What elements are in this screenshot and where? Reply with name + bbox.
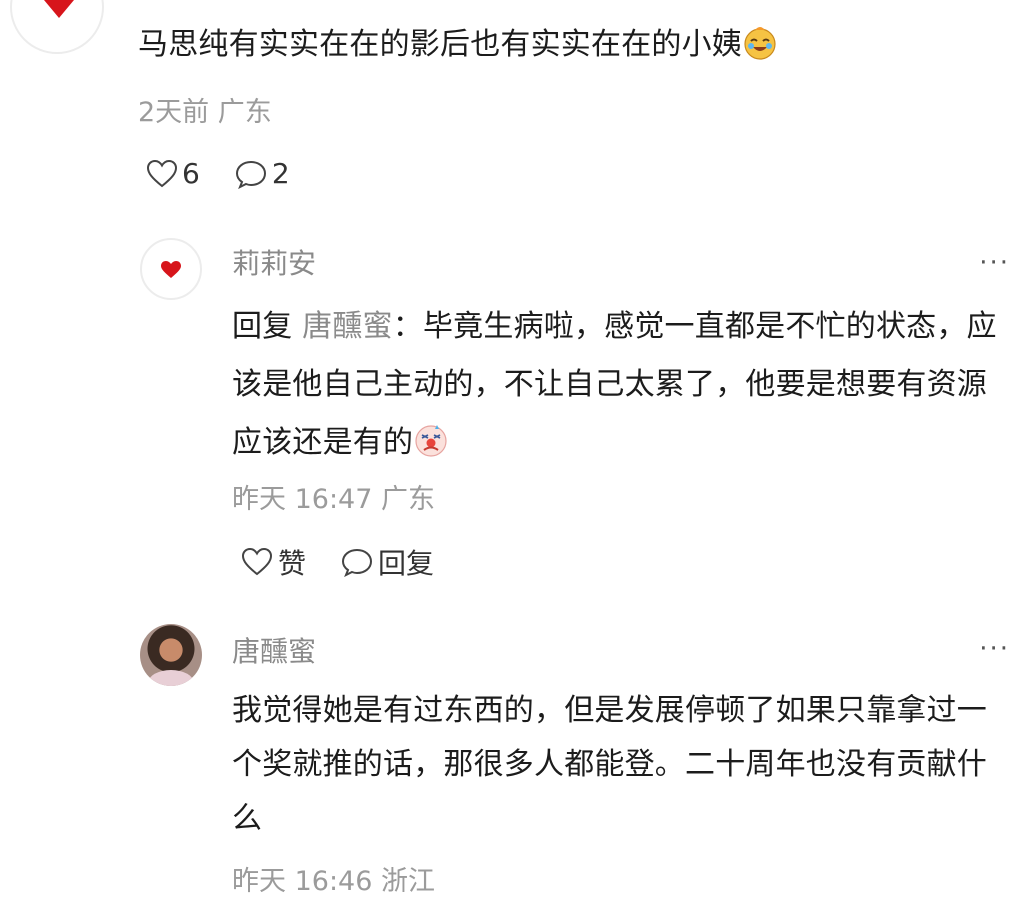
reply-time: 昨天 16:47 xyxy=(232,484,373,515)
avatar[interactable] xyxy=(140,238,202,300)
comment-meta: 2天前 广东 xyxy=(138,95,272,131)
comment-actions: 6 2 xyxy=(146,157,290,190)
reply-location: 广东 xyxy=(381,484,435,515)
heart-icon xyxy=(44,0,74,18)
reply-target-username[interactable]: 唐醺蜜 xyxy=(302,309,393,344)
reply-text: 回复 唐醺蜜：毕竟生病啦，感觉一直都是不忙的状态，应该是他自己主动的，不让自己太… xyxy=(232,298,1017,472)
reply-count: 2 xyxy=(271,157,290,190)
reply-time: 昨天 16:46 xyxy=(232,866,373,897)
reply-prefix: 回复 xyxy=(232,309,303,344)
reply-username[interactable]: 莉莉安 xyxy=(232,246,316,282)
comment-time: 2天前 xyxy=(138,97,210,128)
reply-text: 我觉得她是有过东西的，但是发展停顿了如果只靠拿过一个奖就推的话，那很多人都能登。… xyxy=(232,684,1017,846)
heart-icon xyxy=(161,261,181,278)
reply-location: 浙江 xyxy=(381,866,435,897)
like-button[interactable]: 赞 xyxy=(240,542,306,582)
avatar[interactable] xyxy=(140,624,202,686)
comment-text: 马思纯有实实在在的影后也有实实在在的小姨 xyxy=(138,22,1018,68)
reply-body: 我觉得她是有过东西的，但是发展停顿了如果只靠拿过一个奖就推的话，那很多人都能登。… xyxy=(232,693,987,836)
comment-body: 马思纯有实实在在的影后也有实实在在的小姨 xyxy=(138,27,742,62)
like-button[interactable]: 6 xyxy=(146,157,200,190)
more-options-button[interactable]: ··· xyxy=(979,248,1010,278)
more-options-button[interactable]: ··· xyxy=(979,634,1010,664)
like-count: 6 xyxy=(182,157,200,190)
reply-username[interactable]: 唐醺蜜 xyxy=(232,634,316,670)
reply-actions: 赞 回复 xyxy=(240,542,434,582)
avatar[interactable] xyxy=(10,0,104,54)
reply-button[interactable]: 2 xyxy=(234,157,290,190)
reply-meta: 昨天 16:47 广东 xyxy=(232,482,435,518)
reply-meta: 昨天 16:46 浙江 xyxy=(232,864,435,900)
comment-bubble-icon xyxy=(342,548,373,577)
heart-outline-icon xyxy=(241,547,273,576)
heart-outline-icon xyxy=(146,159,178,187)
avatar-photo xyxy=(148,670,194,686)
like-label: 赞 xyxy=(278,547,307,580)
comment-location: 广东 xyxy=(217,97,272,128)
reply-button[interactable]: 回复 xyxy=(340,542,434,582)
reply-separator: ： xyxy=(392,309,423,344)
comment-thread: 马思纯有实实在在的影后也有实实在在的小姨 2天前 广东 6 2 莉莉安 ··· … xyxy=(0,0,1032,909)
reply-label: 回复 xyxy=(378,547,435,580)
crying-clown-emoji-icon xyxy=(415,425,447,457)
laughing-tears-emoji-icon xyxy=(744,27,776,60)
comment-bubble-icon xyxy=(235,160,266,189)
